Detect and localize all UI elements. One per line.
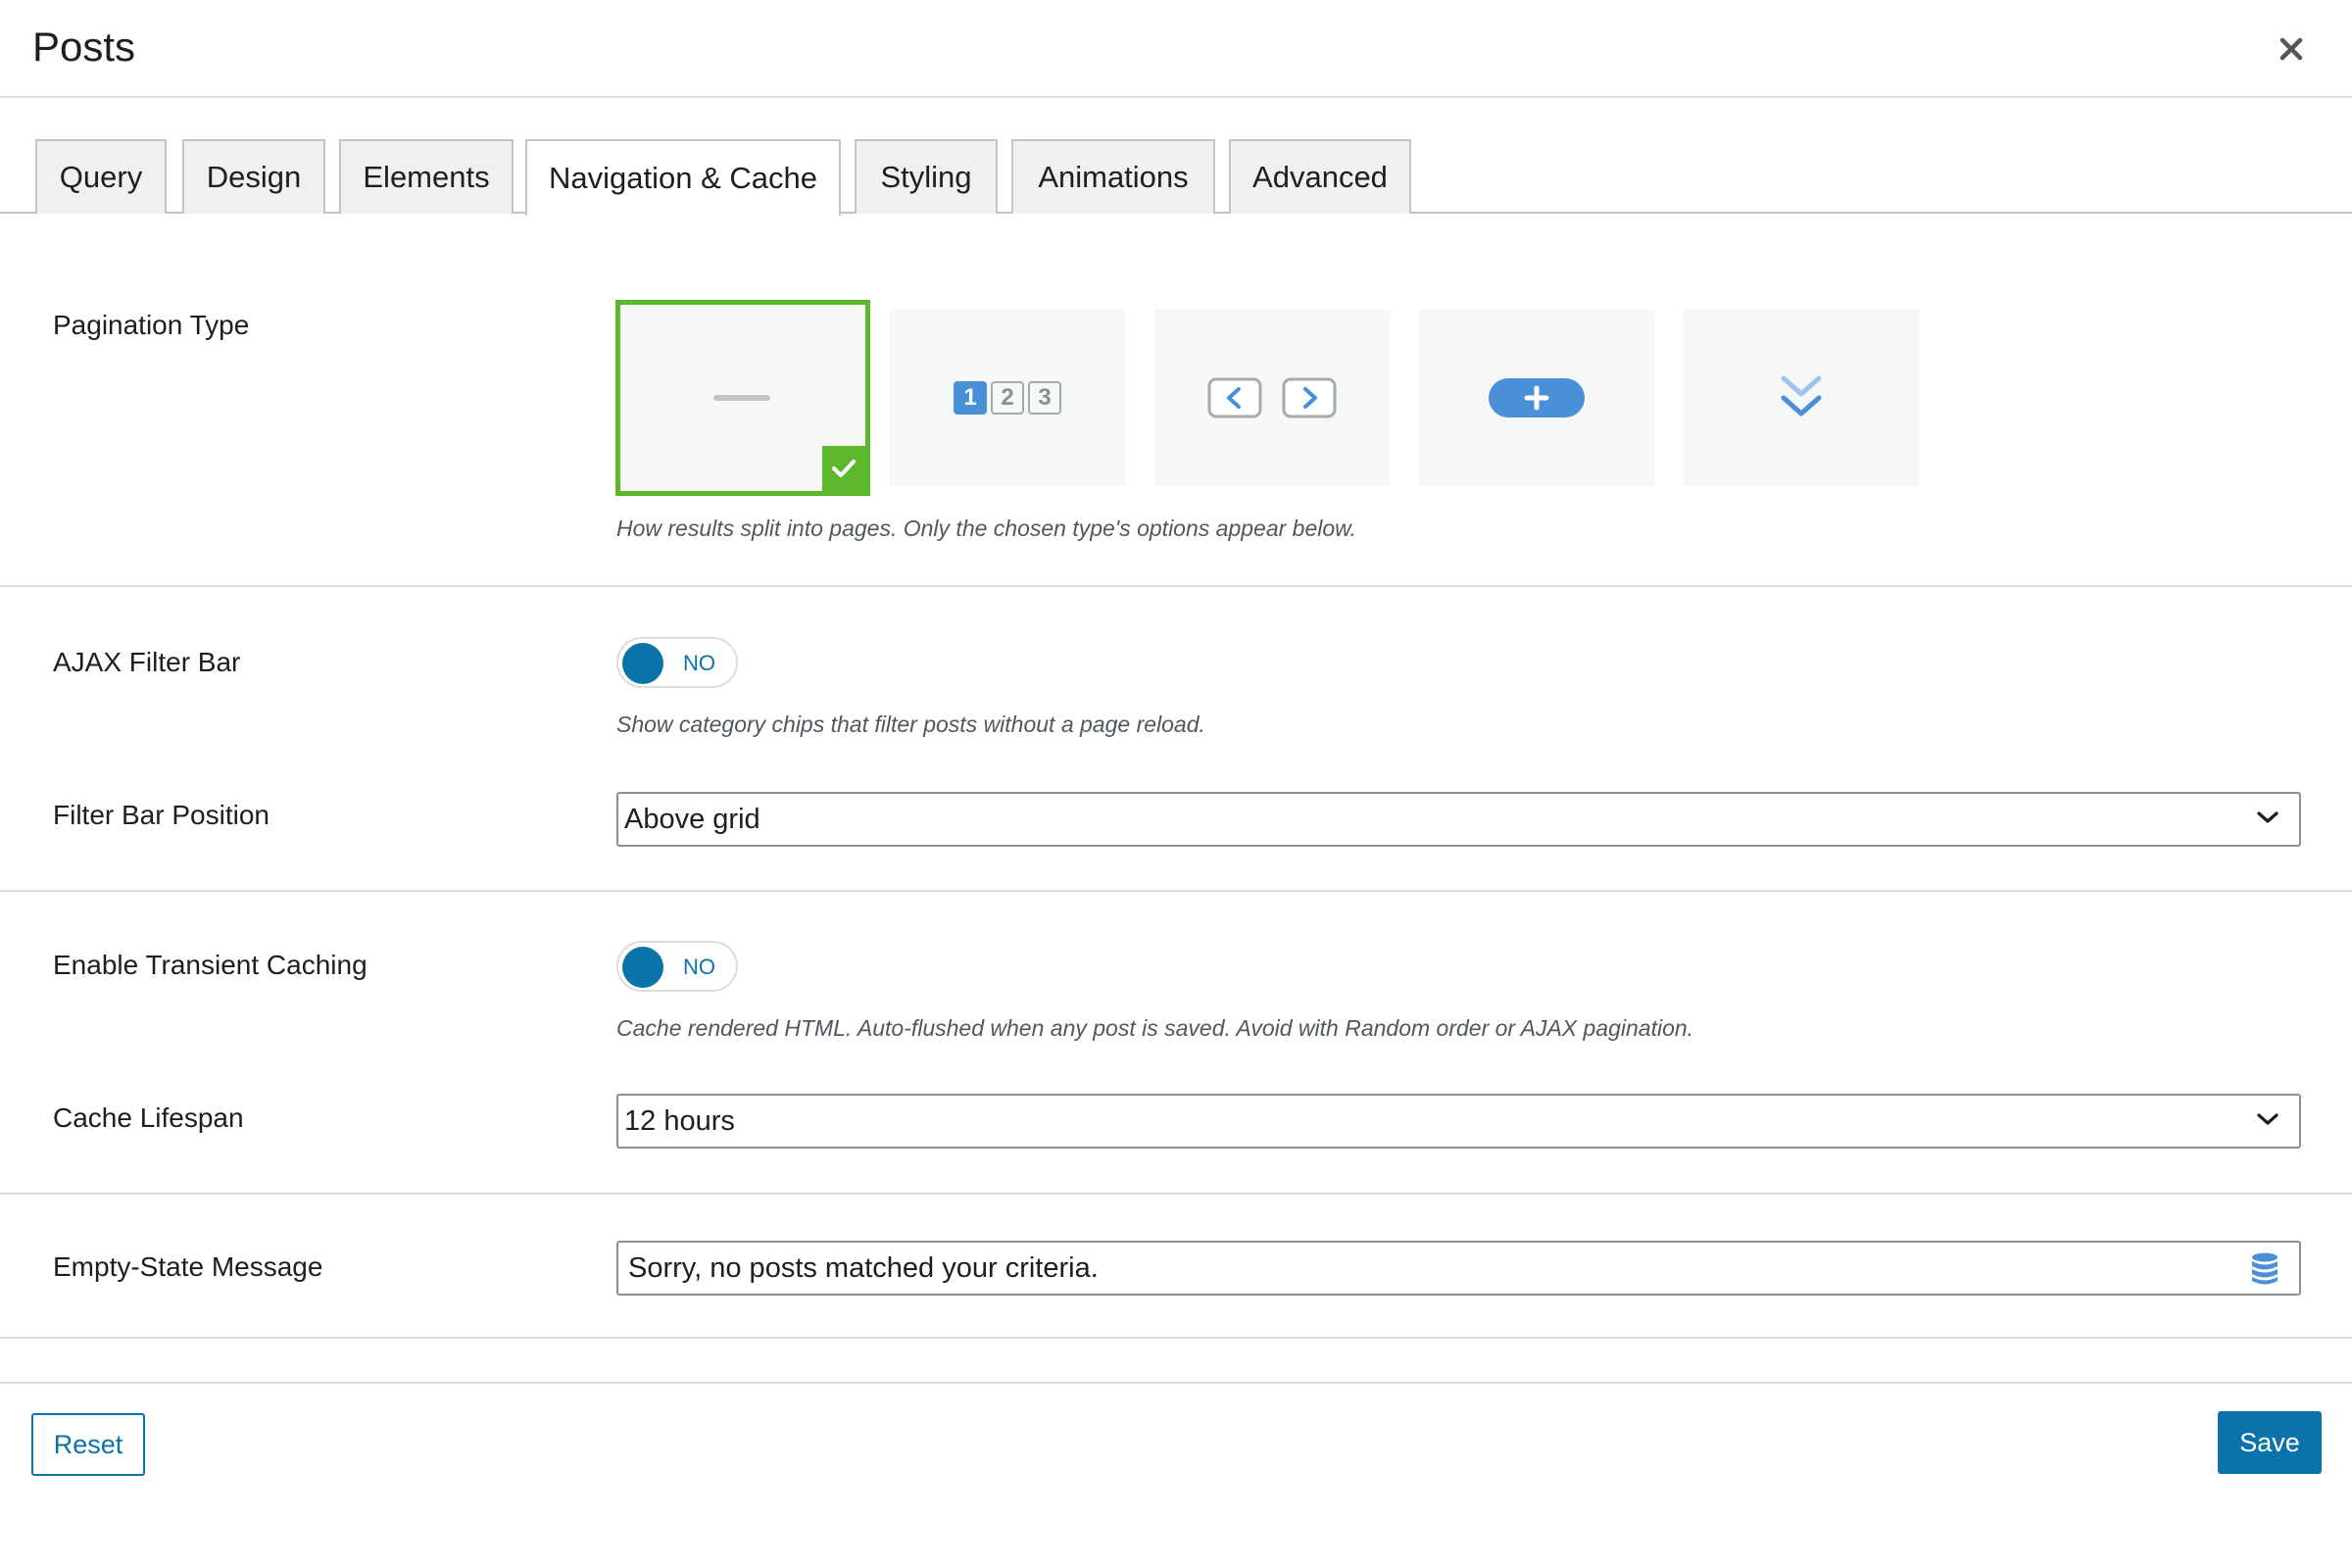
tab-navigation-cache[interactable]: Navigation & Cache (525, 139, 841, 216)
section-divider (0, 585, 2352, 587)
tab-design[interactable]: Design (182, 139, 325, 214)
pagination-type-label: Pagination Type (53, 310, 250, 340)
page-number-1: 1 (954, 381, 987, 415)
chevron-down-icon (2257, 811, 2278, 823)
filter-bar-position-label: Filter Bar Position (53, 800, 270, 830)
posts-settings-modal: Posts Query Design Elements Navigation &… (0, 0, 2352, 1568)
page-number-2: 2 (991, 381, 1024, 415)
toggle-state-text: NO (683, 651, 715, 675)
section-divider (0, 890, 2352, 892)
pagination-option-none[interactable] (615, 300, 870, 496)
section-divider (0, 1193, 2352, 1195)
reset-button[interactable]: Reset (31, 1413, 145, 1476)
toggle-state-text: NO (683, 955, 715, 979)
tab-elements[interactable]: Elements (339, 139, 514, 214)
pagination-option-prev-next[interactable] (1154, 310, 1390, 486)
input-value: Sorry, no posts matched your criteria. (628, 1252, 1099, 1284)
pagination-description: How results split into pages. Only the c… (616, 515, 1356, 541)
close-icon (2279, 37, 2303, 61)
double-chevron-down-icon (1781, 375, 1822, 416)
empty-state-message-label: Empty-State Message (53, 1251, 323, 1282)
checkmark-icon (832, 460, 856, 477)
footer-divider (0, 1382, 2352, 1384)
close-button[interactable] (2270, 27, 2313, 71)
transient-caching-description: Cache rendered HTML. Auto-flushed when a… (616, 1015, 1694, 1041)
load-more-plus-icon (1489, 378, 1585, 417)
selected-check-badge (822, 446, 865, 491)
modal-title: Posts (32, 24, 136, 70)
tab-advanced[interactable]: Advanced (1229, 139, 1411, 214)
cache-lifespan-label: Cache Lifespan (53, 1102, 244, 1133)
ajax-filter-bar-label: AJAX Filter Bar (53, 647, 241, 677)
ajax-filter-bar-toggle[interactable]: NO (616, 637, 738, 688)
tab-bar: Query Design Elements Navigation & Cache… (0, 98, 2352, 216)
toggle-knob (622, 947, 663, 988)
tab-styling[interactable]: Styling (855, 139, 998, 214)
chevron-down-icon (2257, 1113, 2278, 1125)
pagination-option-load-more[interactable] (1419, 310, 1654, 486)
pagination-option-numbers[interactable]: 1 2 3 (890, 310, 1125, 486)
filter-bar-position-select[interactable]: Above grid (616, 792, 2301, 847)
prev-next-arrows-icon (1207, 377, 1337, 418)
transient-caching-toggle[interactable]: NO (616, 941, 738, 992)
tab-query[interactable]: Query (35, 139, 167, 214)
database-icon[interactable] (2250, 1252, 2279, 1286)
pagination-option-infinite[interactable] (1684, 310, 1919, 486)
page-number-3: 3 (1028, 381, 1061, 415)
tab-animations[interactable]: Animations (1011, 139, 1215, 214)
arrow-left-icon (1207, 377, 1262, 418)
empty-state-message-input[interactable]: Sorry, no posts matched your criteria. (616, 1241, 2301, 1296)
cache-lifespan-select[interactable]: 12 hours (616, 1094, 2301, 1149)
modal-header: Posts (0, 0, 2352, 98)
page-numbers-icon: 1 2 3 (954, 381, 1061, 415)
save-button[interactable]: Save (2218, 1411, 2322, 1474)
dash-icon (713, 395, 770, 401)
selected-value: Above grid (624, 804, 760, 835)
ajax-filter-bar-description: Show category chips that filter posts wi… (616, 711, 1205, 737)
toggle-knob (622, 643, 663, 684)
arrow-right-icon (1282, 377, 1337, 418)
section-divider (0, 1337, 2352, 1339)
selected-value: 12 hours (624, 1105, 735, 1137)
transient-caching-label: Enable Transient Caching (53, 950, 368, 980)
